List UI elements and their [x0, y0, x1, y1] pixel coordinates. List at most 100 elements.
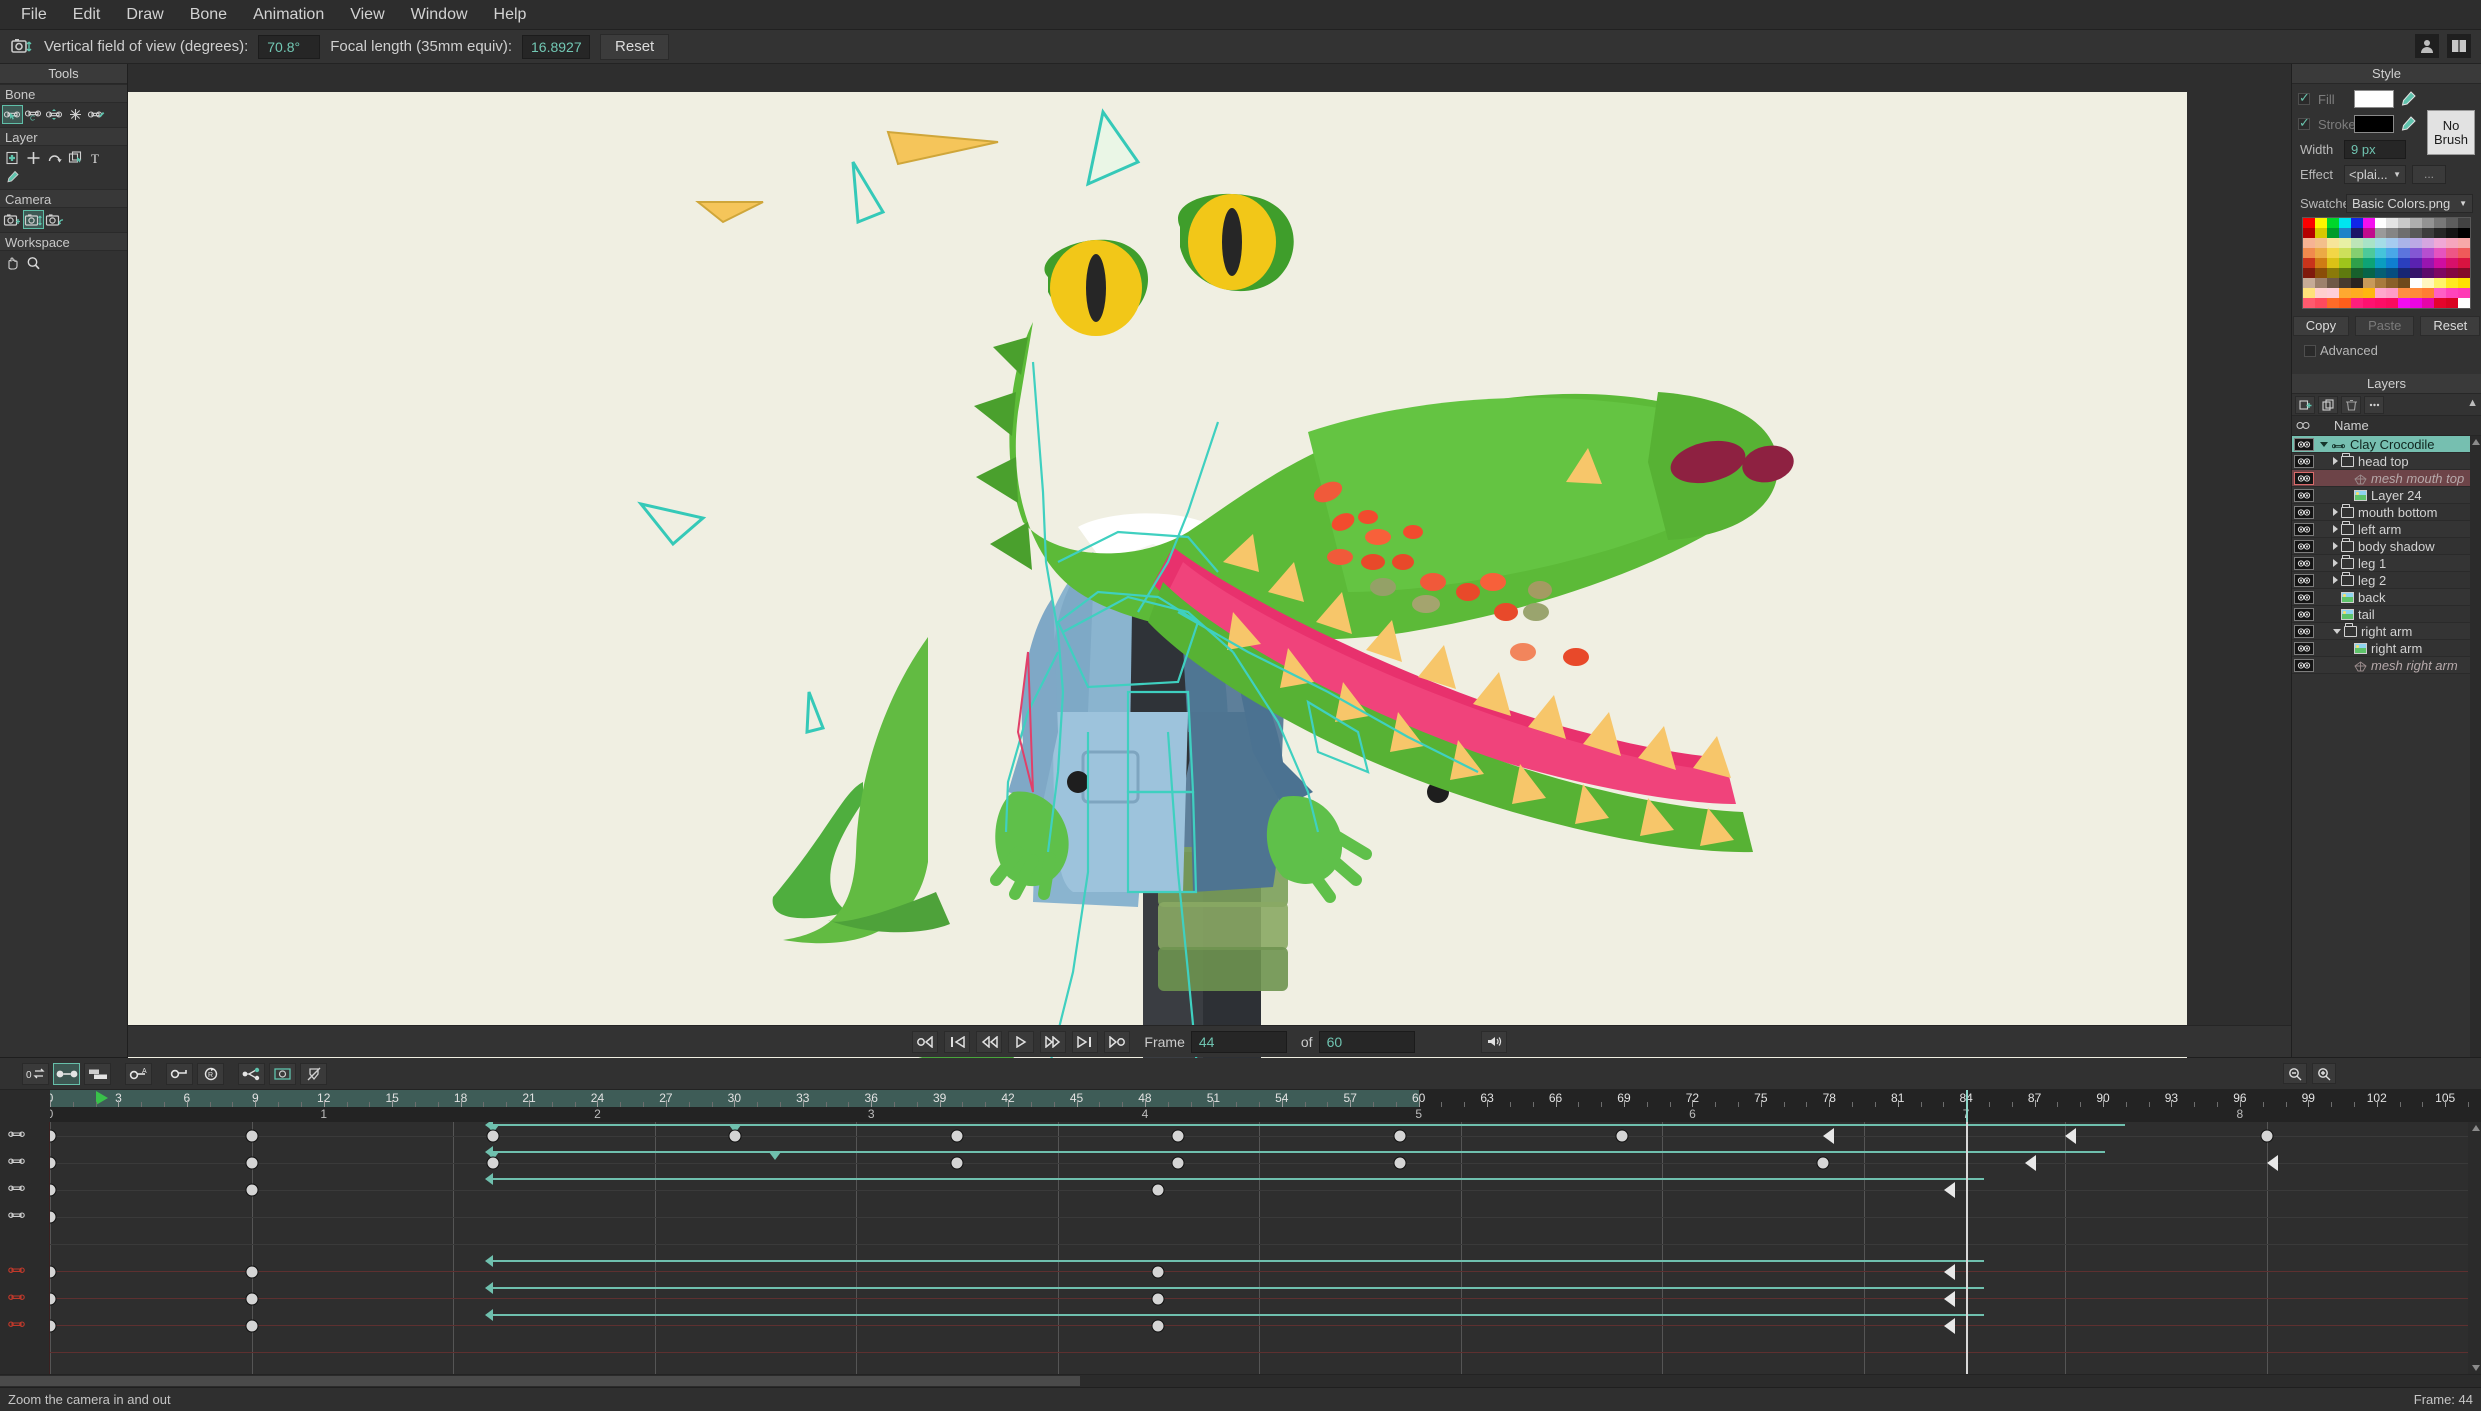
play-button[interactable]	[1008, 1031, 1034, 1053]
reset-camera-button[interactable]: Reset	[600, 34, 669, 60]
layer-visibility-toggle[interactable]	[2294, 659, 2314, 672]
keyframe-cycle-arrow[interactable]	[1823, 1128, 1834, 1144]
range-start-marker[interactable]	[96, 1091, 108, 1105]
keyframe[interactable]	[50, 1211, 57, 1224]
keyframe[interactable]	[50, 1266, 57, 1279]
range-start-arrow[interactable]	[485, 1255, 493, 1267]
layer-visibility-toggle[interactable]	[2294, 642, 2314, 655]
jump-to-end-button[interactable]	[1104, 1031, 1130, 1053]
layer-visibility-toggle[interactable]	[2294, 625, 2314, 638]
eyedropper-icon[interactable]	[3, 168, 22, 185]
fill-checkbox[interactable]	[2298, 93, 2310, 105]
keyframe-range-bar[interactable]	[493, 1260, 1984, 1262]
disable-keys-icon[interactable]	[300, 1063, 327, 1085]
layer-visibility-toggle[interactable]	[2294, 608, 2314, 621]
camera-roll-icon[interactable]	[45, 211, 64, 228]
keyframe[interactable]	[50, 1320, 57, 1333]
keyframe-cycle-arrow[interactable]	[1944, 1182, 1955, 1198]
twirl-open-icon[interactable]	[2333, 629, 2341, 634]
keyframe-grid[interactable]	[50, 1122, 2481, 1374]
color-palette[interactable]	[2302, 217, 2471, 309]
keyframe[interactable]	[1152, 1266, 1165, 1279]
menu-item-file[interactable]: File	[8, 3, 60, 27]
keyframe[interactable]	[487, 1157, 500, 1170]
transform-layer-icon[interactable]	[3, 149, 22, 166]
layer-row[interactable]: right arm	[2292, 640, 2481, 657]
effect-dropdown[interactable]: <plai... ▼	[2344, 165, 2406, 184]
reset-swatches-button[interactable]: Reset	[2420, 316, 2480, 336]
keyframe[interactable]	[50, 1157, 57, 1170]
jump-to-start-button[interactable]	[912, 1031, 938, 1053]
layer-row[interactable]: leg 2	[2292, 572, 2481, 589]
layer-visibility-toggle[interactable]	[2294, 591, 2314, 604]
camera-zoom-icon[interactable]	[24, 211, 43, 228]
range-start-arrow[interactable]	[485, 1173, 493, 1185]
scroll-down-icon[interactable]	[2472, 1365, 2480, 1371]
rotate-layer-icon[interactable]	[45, 149, 64, 166]
keyframe[interactable]	[1394, 1130, 1407, 1143]
zoom-out-icon[interactable]	[2283, 1063, 2307, 1084]
keyframe[interactable]	[245, 1266, 258, 1279]
previous-keyframe-button[interactable]	[944, 1031, 970, 1053]
menu-item-help[interactable]: Help	[481, 3, 540, 27]
menu-item-draw[interactable]: Draw	[113, 3, 176, 27]
keyframe[interactable]	[50, 1184, 57, 1197]
stroke-checkbox[interactable]	[2298, 118, 2310, 130]
new-layer-icon[interactable]	[2295, 396, 2315, 414]
timeline-horizontal-scrollbar[interactable]	[0, 1374, 2481, 1387]
cycle-keyframe-icon[interactable]: R	[197, 1063, 224, 1085]
range-start-arrow[interactable]	[485, 1282, 493, 1294]
layer-options-icon[interactable]	[2364, 396, 2384, 414]
timeline-vertical-scrollbar[interactable]	[2468, 1122, 2481, 1374]
key-tool-icon[interactable]	[166, 1063, 193, 1085]
scroll-up-icon[interactable]	[2472, 439, 2480, 445]
keyframe-drop-arrow[interactable]	[769, 1152, 781, 1160]
layer-row[interactable]: right arm	[2292, 623, 2481, 640]
no-brush-button[interactable]: No Brush	[2427, 110, 2475, 155]
track-playhead[interactable]	[1966, 1122, 1968, 1374]
advanced-checkbox[interactable]	[2304, 345, 2316, 357]
layer-visibility-toggle[interactable]	[2294, 489, 2314, 502]
keyframe[interactable]	[950, 1130, 963, 1143]
keyframe[interactable]	[1394, 1157, 1407, 1170]
smooth-interpolation-icon[interactable]	[53, 1063, 80, 1085]
camera-track-icon[interactable]	[3, 211, 22, 228]
keyframe[interactable]	[245, 1130, 258, 1143]
keyframe[interactable]	[1152, 1320, 1165, 1333]
fill-eyedropper-icon[interactable]	[2399, 90, 2417, 108]
keyframe-cycle-arrow[interactable]	[1944, 1318, 1955, 1334]
layer-visibility-toggle[interactable]	[2294, 557, 2314, 570]
library-book-icon[interactable]	[2447, 34, 2471, 58]
layer-row[interactable]: mesh mouth top	[2292, 470, 2481, 487]
chevron-up-icon[interactable]: ▲	[2467, 397, 2478, 409]
rotate-bone-icon[interactable]: C	[24, 106, 43, 123]
layer-row[interactable]: tail	[2292, 606, 2481, 623]
layers-list[interactable]: Clay Crocodilehead topmesh mouth topLaye…	[2292, 436, 2481, 1057]
total-frames-input[interactable]: 60	[1319, 1031, 1415, 1053]
keyframe[interactable]	[245, 1157, 258, 1170]
layer-row[interactable]: left arm	[2292, 521, 2481, 538]
add-keyframe-icon[interactable]: A	[125, 1063, 152, 1085]
keyframe[interactable]	[1172, 1130, 1185, 1143]
layer-visibility-toggle[interactable]	[2294, 540, 2314, 553]
frame-ruler[interactable]: 012345678 036912151821242730333639424548…	[50, 1090, 2481, 1122]
shear-layer-icon[interactable]	[66, 149, 85, 166]
keyframe-range-bar[interactable]	[493, 1287, 1984, 1289]
zoom-in-icon[interactable]	[2312, 1063, 2336, 1084]
keyframe-cycle-arrow[interactable]	[2267, 1155, 2278, 1171]
layer-visibility-toggle[interactable]	[2294, 472, 2314, 485]
scroll-thumb[interactable]	[0, 1376, 1080, 1386]
layer-row[interactable]: head top	[2292, 453, 2481, 470]
layer-row[interactable]: leg 1	[2292, 555, 2481, 572]
add-bone-icon[interactable]	[87, 106, 106, 123]
menu-item-window[interactable]: Window	[398, 3, 481, 27]
next-keyframe-button[interactable]	[1072, 1031, 1098, 1053]
layer-row[interactable]: body shadow	[2292, 538, 2481, 555]
menu-item-edit[interactable]: Edit	[60, 3, 114, 27]
layer-row[interactable]: Layer 24	[2292, 487, 2481, 504]
keyframe[interactable]	[50, 1130, 57, 1143]
frame-input[interactable]: 44	[1191, 1031, 1287, 1053]
keyframe[interactable]	[245, 1293, 258, 1306]
twirl-closed-icon[interactable]	[2333, 542, 2338, 550]
layer-row[interactable]: Clay Crocodile	[2292, 436, 2481, 453]
